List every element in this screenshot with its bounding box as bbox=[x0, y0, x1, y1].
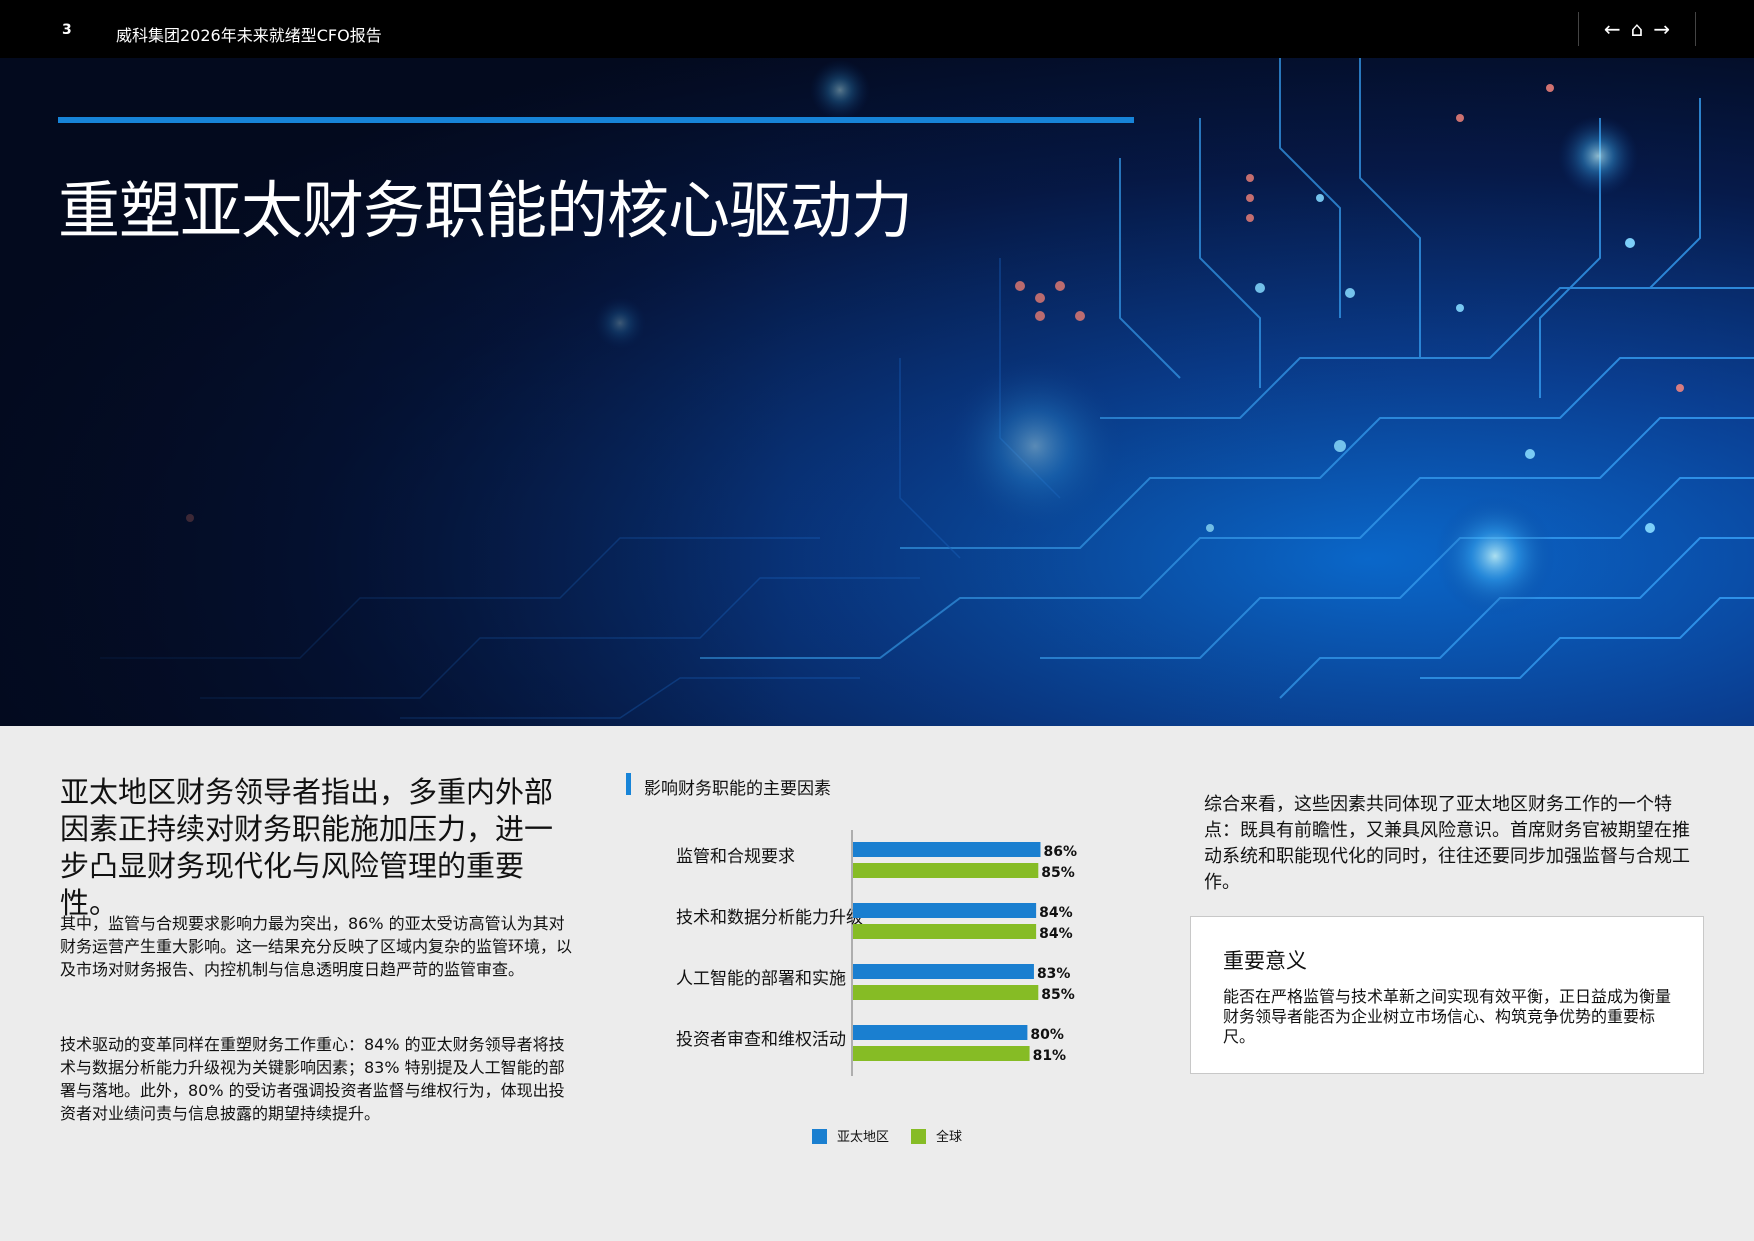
data-label: 84% bbox=[1039, 905, 1073, 921]
chart-legend: 亚太地区 全球 bbox=[812, 1126, 962, 1145]
bar-apac bbox=[853, 1025, 1028, 1040]
bar-global bbox=[853, 924, 1037, 939]
category-label: 人工智能的部署和实施 bbox=[676, 969, 846, 989]
chart-title: 影响财务职能的主要因素 bbox=[644, 779, 831, 799]
data-label: 80% bbox=[1030, 1027, 1064, 1043]
legend-item-global: 全球 bbox=[911, 1126, 962, 1145]
hero-banner: 重塑亚太财务职能的核心驱动力 bbox=[0, 58, 1754, 726]
significance-title: 重要意义 bbox=[1223, 949, 1307, 973]
bar-apac bbox=[853, 903, 1037, 918]
data-label: 86% bbox=[1043, 844, 1077, 860]
data-label: 83% bbox=[1037, 966, 1071, 982]
document-title: 威科集团2026年未来就绪型CFO报告 bbox=[116, 26, 382, 45]
legend-swatch-global bbox=[911, 1129, 927, 1144]
legend-item-apac: 亚太地区 bbox=[812, 1126, 889, 1145]
hero-accent-bar bbox=[58, 117, 1134, 123]
bar-apac bbox=[853, 842, 1041, 857]
bar-chart: 监管和合规要求 86% 85% 技术和数据分析能力升级 84% 84% 人工智能的部署和实施… bbox=[676, 830, 1077, 1076]
body-paragraph-2: 技术驱动的变革同样在重塑财务工作重心：84% 的亚太财务领导者将技术与数据分析能… bbox=[60, 1035, 565, 1123]
category-label: 监管和合规要求 bbox=[676, 847, 795, 867]
report-page: 3 威科集团2026年未来就绪型CFO报告 ← ⌂ → 重塑亚太财务职能的核心驱… bbox=[0, 0, 1754, 1241]
back-arrow-icon[interactable]: ← bbox=[1604, 19, 1621, 39]
data-label: 85% bbox=[1041, 865, 1075, 881]
page-number: 3 bbox=[62, 22, 72, 38]
data-label: 85% bbox=[1041, 987, 1075, 1003]
circuit-board-image bbox=[0, 58, 1754, 726]
forward-arrow-icon[interactable]: → bbox=[1653, 19, 1670, 39]
category-label: 投资者审查和维权活动 bbox=[676, 1030, 846, 1050]
legend-swatch-apac bbox=[812, 1129, 827, 1144]
legend-label-global: 全球 bbox=[936, 1130, 963, 1145]
page-title: 重塑亚太财务职能的核心驱动力 bbox=[58, 174, 913, 247]
summary-paragraph: 综合来看，这些因素共同体现了亚太地区财务工作的一个特点：既具有前瞻性，又兼具风险… bbox=[1204, 794, 1690, 893]
lead-paragraph: 亚太地区财务领导者指出，多重内外部因素正持续对财务职能施加压力，进一步凸显财务现… bbox=[60, 775, 554, 920]
bar-global bbox=[853, 1046, 1030, 1061]
page-navigation: ← ⌂ → bbox=[1578, 12, 1696, 46]
chart-title-accent bbox=[626, 773, 631, 795]
home-icon[interactable]: ⌂ bbox=[1631, 19, 1644, 39]
significance-box: 重要意义 能否在严格监管与技术革新之间实现有效平衡，正日益成为衡量财务领导者能否… bbox=[1190, 916, 1704, 1074]
category-label: 技术和数据分析能力升级 bbox=[676, 908, 863, 928]
data-label: 84% bbox=[1039, 926, 1073, 942]
legend-label-apac: 亚太地区 bbox=[837, 1130, 890, 1145]
bar-apac bbox=[853, 964, 1034, 979]
data-label: 81% bbox=[1033, 1048, 1067, 1064]
bar-global bbox=[853, 863, 1039, 878]
body-paragraph-1: 其中，监管与合规要求影响力最为突出，86% 的亚太受访高管认为其对财务运营产生重… bbox=[60, 914, 573, 979]
bar-global bbox=[853, 985, 1039, 1000]
significance-text: 能否在严格监管与技术革新之间实现有效平衡，正日益成为衡量财务领导者能否为企业树立… bbox=[1223, 987, 1672, 1046]
top-bar: 3 威科集团2026年未来就绪型CFO报告 ← ⌂ → bbox=[0, 0, 1754, 58]
